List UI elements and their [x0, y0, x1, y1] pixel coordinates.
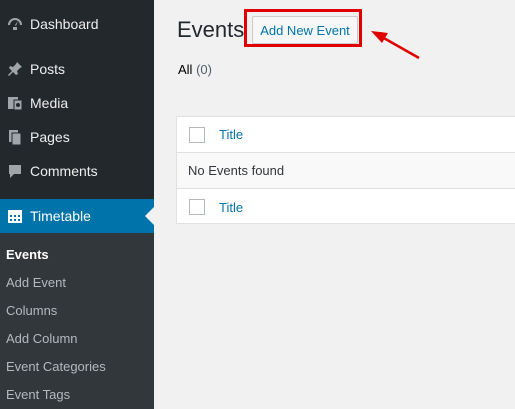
media-icon	[0, 94, 30, 112]
menu-label-timetable: Timetable	[30, 208, 91, 224]
filter-all-link[interactable]: All	[178, 62, 192, 77]
menu-item-timetable[interactable]: Timetable	[0, 199, 154, 233]
submenu-item-add-event[interactable]: Add Event	[6, 275, 66, 290]
submenu-item-add-column[interactable]: Add Column	[6, 331, 78, 346]
submenu-item-event-tags[interactable]: Event Tags	[6, 387, 70, 402]
menu-label-media: Media	[30, 95, 69, 111]
menu-item-dashboard[interactable]: Dashboard	[0, 7, 154, 41]
page-title: Events	[177, 17, 245, 42]
events-table: Title No Events found Title	[176, 116, 515, 224]
menu-item-pages[interactable]: Pages	[0, 120, 154, 154]
select-all-checkbox[interactable]	[189, 126, 205, 143]
menu-label-comments: Comments	[30, 163, 98, 179]
menu-label-dashboard: Dashboard	[30, 16, 99, 32]
title-column-header[interactable]: Title	[219, 127, 243, 142]
menu-item-comments[interactable]: Comments	[0, 154, 154, 188]
submenu-item-events[interactable]: Events	[6, 247, 49, 262]
table-footer-row: Title	[177, 189, 515, 225]
title-column-footer[interactable]: Title	[219, 200, 243, 215]
menu-label-posts: Posts	[30, 61, 66, 77]
no-events-message: No Events found	[188, 163, 285, 178]
table-empty-row: No Events found	[177, 153, 515, 189]
pin-icon	[0, 60, 30, 78]
calendar-icon	[0, 207, 30, 225]
table-header-row: Title	[177, 117, 515, 153]
timetable-submenu: Events Add Event Columns Add Column Even…	[0, 233, 154, 409]
annotation-highlight-box	[244, 9, 362, 47]
filter-all-count: (0)	[196, 62, 212, 77]
current-menu-arrow	[145, 207, 154, 225]
menu-label-pages: Pages	[30, 129, 70, 145]
submenu-item-columns[interactable]: Columns	[6, 303, 57, 318]
admin-sidebar: Dashboard Posts Media Pages Comments Tim…	[0, 0, 154, 409]
select-all-checkbox-footer[interactable]	[189, 199, 205, 215]
dashboard-icon	[0, 15, 30, 33]
pages-icon	[0, 128, 30, 146]
status-filter: All (0)	[178, 62, 212, 77]
comment-icon	[0, 162, 30, 180]
submenu-item-event-categories[interactable]: Event Categories	[6, 359, 106, 374]
menu-item-media[interactable]: Media	[0, 86, 154, 120]
menu-item-posts[interactable]: Posts	[0, 52, 154, 86]
